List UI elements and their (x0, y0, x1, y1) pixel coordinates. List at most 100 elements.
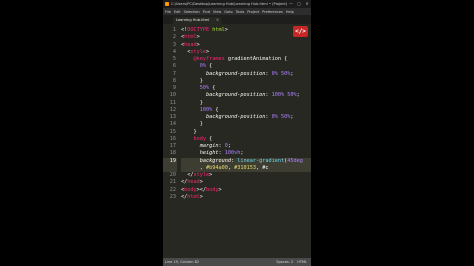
code-line[interactable]: <!DOCTYPE html> (181, 27, 311, 34)
line-number: 12 (169, 106, 176, 113)
code-token: , (181, 164, 206, 171)
code-line[interactable]: height: 100vh; (181, 150, 311, 157)
code-line[interactable]: , #b94a00, #310153, #c (181, 164, 311, 172)
line-number: 1 (172, 27, 176, 33)
code-token: { (206, 63, 213, 70)
code-token: background (199, 157, 231, 164)
line-number: 13 (169, 114, 176, 120)
tab-close-icon[interactable]: ✕ (216, 17, 219, 24)
code-area[interactable]: <!DOCTYPE html> <html> <head> <style> @key… (181, 27, 311, 255)
code-token: #b94a00 (206, 164, 228, 171)
code-line[interactable]: 100% { (181, 107, 311, 114)
tab-learning-hub[interactable]: Learning Hub.html ✕ (173, 17, 221, 24)
line-number: 16 (169, 135, 176, 142)
code-token: head (184, 41, 197, 48)
code-editor[interactable]: 1 2 3 4 5 6 7 8 9 10 11 12 13 14 15 16 17 18 19 20 21 22 23 <!… (163, 27, 311, 255)
code-token: style (190, 48, 206, 55)
menu-goto[interactable]: Goto (224, 10, 232, 14)
code-line[interactable]: 0% { (181, 63, 311, 70)
code-line[interactable]: margin: 0; (181, 143, 311, 150)
line-number: 15 (169, 128, 176, 135)
code-token: > (199, 179, 203, 186)
code-token: html (187, 193, 200, 200)
code-token: background-position (206, 70, 266, 77)
menu-preferences[interactable]: Preferences (262, 10, 283, 14)
code-token: gradientAnimation { (224, 56, 288, 62)
line-number: 20 (169, 172, 176, 178)
sublime-app-icon (165, 2, 169, 6)
code-token: 50% (199, 85, 210, 91)
code-line[interactable]: </html> (181, 194, 311, 201)
code-token: style (193, 172, 210, 178)
menu-help[interactable]: Help (286, 10, 294, 14)
code-line[interactable]: </head> (181, 179, 311, 186)
code-line[interactable]: } (181, 78, 311, 85)
code-token: DOCTYPE (187, 27, 210, 33)
menu-selection[interactable]: Selection (184, 10, 200, 14)
code-token: head (187, 179, 200, 186)
menu-view[interactable]: View (213, 10, 221, 14)
menu-edit[interactable]: Edit (174, 10, 181, 14)
line-number: 22 (169, 186, 176, 193)
code-token: background-position (206, 114, 266, 120)
indentation-setting[interactable]: Spaces: 2 (276, 260, 293, 264)
minimize-icon[interactable]: — (287, 0, 295, 8)
code-line[interactable]: } (181, 100, 311, 107)
code-token: > (196, 41, 200, 48)
code-line[interactable]: <html> (181, 34, 311, 41)
code-token: } (181, 128, 197, 135)
menu-project[interactable]: Project (247, 10, 259, 14)
code-token: > (206, 48, 210, 55)
code-line[interactable]: <style> (181, 49, 311, 56)
line-number: 8 (172, 77, 176, 84)
line-number: 10 (169, 92, 176, 99)
code-token: { (209, 85, 216, 91)
syntax-mode[interactable]: HTML (297, 260, 307, 264)
code-token: ; (227, 143, 231, 149)
code-line[interactable]: <body></body> (181, 187, 311, 194)
code-token: html (184, 34, 197, 41)
right-black-margin (311, 0, 474, 266)
line-number: 23 (169, 193, 176, 200)
status-bar: Line 19, Column 82 Spaces: 2 HTML (163, 258, 311, 266)
code-token: ></ (196, 186, 206, 193)
code-line[interactable]: <head> (181, 42, 311, 49)
code-token: ; (240, 150, 244, 157)
code-token: > (224, 27, 228, 33)
code-line[interactable]: } (181, 121, 311, 128)
menu-find[interactable]: Find (203, 10, 210, 14)
tab-bar: Learning Hub.html ✕ (163, 15, 311, 24)
line-number-gutter: 1 2 3 4 5 6 7 8 9 10 11 12 13 14 15 16 17 18 19 20 21 22 23 (163, 27, 177, 255)
code-token: ; (296, 92, 300, 99)
code-token: > (196, 34, 200, 41)
code-line[interactable]: background-position: 0% 50%; (181, 71, 311, 78)
code-line[interactable]: 50% { (181, 85, 311, 92)
tab-label: Learning Hub.html (176, 18, 210, 22)
code-token: } (181, 121, 203, 128)
code-line[interactable]: @keyframes gradientAnimation { (181, 56, 311, 63)
code-token: > (199, 193, 203, 200)
line-number: 18 (169, 150, 176, 157)
code-line[interactable]: </style> (181, 172, 311, 179)
code-line[interactable]: background: linear-gradient(45deg (181, 157, 311, 165)
code-token: 100vh (224, 150, 241, 157)
menu-bar: File Edit Selection Find View Goto Tools… (163, 8, 311, 15)
menu-tools[interactable]: Tools (236, 10, 245, 14)
channel-logo: </> (293, 26, 308, 37)
close-icon[interactable]: ✕ (303, 0, 311, 8)
code-line[interactable]: background-position: 100% 50%; (181, 92, 311, 99)
menu-file[interactable]: File (165, 10, 171, 14)
code-line[interactable]: body { (181, 136, 311, 143)
code-line[interactable]: background-position: 0% 50%; (181, 114, 311, 121)
line-number: 5 (172, 56, 176, 62)
maximize-icon[interactable]: ▢ (295, 0, 303, 8)
code-line[interactable]: } (181, 129, 311, 136)
code-token: body (184, 186, 197, 193)
line-number: 14 (169, 121, 176, 128)
code-token: { (212, 106, 219, 113)
